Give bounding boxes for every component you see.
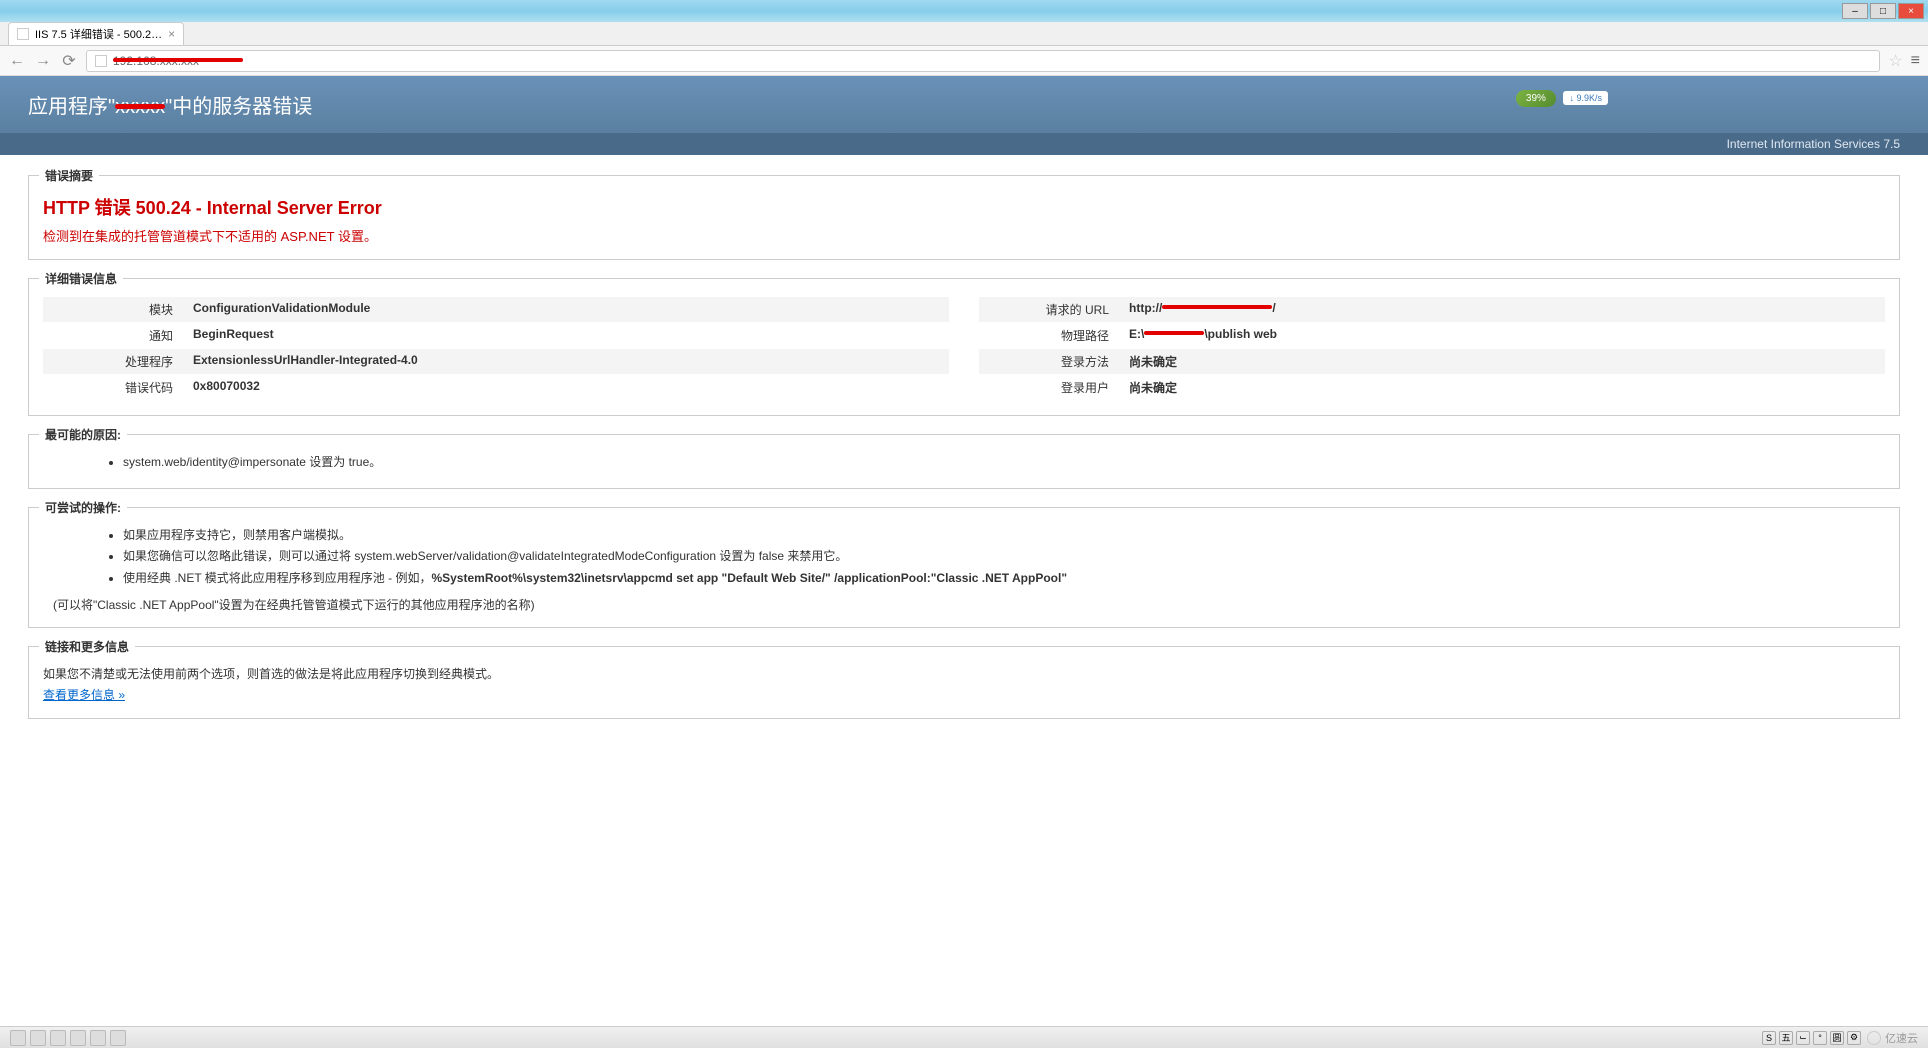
taskbar: S 五 ⌙ ° 圆 ⚙ 亿速云: [0, 1026, 1928, 1048]
tray-icon[interactable]: [30, 1030, 46, 1046]
url-text: 192.168.xxx.xxx: [113, 54, 199, 68]
list-item: system.web/identity@impersonate 设置为 true…: [123, 453, 1885, 472]
tray-icon[interactable]: [90, 1030, 106, 1046]
url-icon: [95, 55, 107, 67]
watermark: 亿速云: [1867, 1030, 1918, 1046]
tray-icon[interactable]: [50, 1030, 66, 1046]
cmd-text: %SystemRoot%\system32\inetsrv\appcmd set…: [431, 571, 1067, 585]
maximize-button[interactable]: □: [1870, 3, 1896, 19]
menu-icon[interactable]: ≡: [1911, 52, 1920, 70]
tab-close-icon[interactable]: ×: [168, 27, 175, 41]
info-label: 处理程序: [43, 349, 183, 374]
info-grid: 模块 ConfigurationValidationModule 通知 Begi…: [43, 297, 1885, 401]
detail-box: 详细错误信息 模块 ConfigurationValidationModule …: [28, 278, 1900, 416]
info-row: 通知 BeginRequest: [43, 323, 949, 348]
info-value: 0x80070032: [183, 375, 949, 400]
info-label: 错误代码: [43, 375, 183, 400]
info-value: 尚未确定: [1119, 375, 1885, 400]
info-label: 物理路径: [979, 323, 1119, 348]
ime-item[interactable]: ⌙: [1796, 1031, 1810, 1045]
redacted-path-value: [1144, 328, 1204, 338]
ime-item[interactable]: 五: [1779, 1031, 1793, 1045]
tab-bar: IIS 7.5 详细错误 - 500.2… ×: [0, 22, 1928, 46]
info-col-left: 模块 ConfigurationValidationModule 通知 Begi…: [43, 297, 949, 401]
header-suffix: "中的服务器错误: [165, 96, 312, 118]
causes-legend: 最可能的原因:: [39, 426, 127, 443]
tray-icon[interactable]: [10, 1030, 26, 1046]
info-value: E:\\publish web: [1119, 323, 1885, 348]
info-row: 登录方法 尚未确定: [979, 349, 1885, 374]
actions-note: (可以将"Classic .NET AppPool"设置为在经典托管管道模式下运…: [43, 596, 1885, 613]
info-row: 处理程序 ExtensionlessUrlHandler-Integrated-…: [43, 349, 949, 374]
info-label: 登录方法: [979, 349, 1119, 374]
actions-legend: 可尝试的操作:: [39, 499, 127, 516]
info-row: 错误代码 0x80070032: [43, 375, 949, 400]
header-prefix: 应用程序": [28, 96, 115, 118]
ime-item[interactable]: S: [1762, 1031, 1776, 1045]
info-label: 登录用户: [979, 375, 1119, 400]
more-info-link[interactable]: 查看更多信息 »: [43, 688, 125, 702]
info-label: 模块: [43, 297, 183, 322]
minimize-button[interactable]: –: [1842, 3, 1868, 19]
tab-title: IIS 7.5 详细错误 - 500.2…: [35, 26, 162, 42]
redacted-url-value: [1162, 302, 1272, 312]
window-titlebar: – □ ×: [0, 0, 1928, 22]
window-controls: – □ ×: [1842, 3, 1924, 19]
info-value: 尚未确定: [1119, 349, 1885, 374]
nav-right: ☆ ≡: [1888, 51, 1920, 71]
watermark-icon: [1867, 1031, 1881, 1045]
causes-list: system.web/identity@impersonate 设置为 true…: [43, 453, 1885, 472]
speed-percent: 39%: [1516, 90, 1556, 107]
page-icon: [17, 28, 29, 40]
header-redacted: xxxxx: [115, 96, 165, 119]
actions-list: 如果应用程序支持它，则禁用客户端模拟。 如果您确信可以忽略此错误，则可以通过将 …: [43, 526, 1885, 588]
ime-item[interactable]: ⚙: [1847, 1031, 1861, 1045]
list-item: 如果您确信可以忽略此错误，则可以通过将 system.webServer/val…: [123, 547, 1885, 566]
info-label: 请求的 URL: [979, 297, 1119, 322]
speed-rate: ↓ 9.9K/s: [1563, 91, 1608, 105]
info-value: BeginRequest: [183, 323, 949, 348]
info-value: ExtensionlessUrlHandler-Integrated-4.0: [183, 349, 949, 374]
browser-tab[interactable]: IIS 7.5 详细错误 - 500.2… ×: [8, 22, 184, 45]
speed-widget: 39% ↓ 9.9K/s: [1516, 84, 1608, 107]
info-col-right: 请求的 URL http:/// 物理路径 E:\\publish web 登录…: [979, 297, 1885, 401]
info-row: 登录用户 尚未确定: [979, 375, 1885, 400]
info-label: 通知: [43, 323, 183, 348]
info-value: http:///: [1119, 297, 1885, 322]
info-value: ConfigurationValidationModule: [183, 297, 949, 322]
ime-item[interactable]: 圆: [1830, 1031, 1844, 1045]
back-button[interactable]: ←: [8, 52, 26, 70]
tray-icon[interactable]: [70, 1030, 86, 1046]
error-desc: 检测到在集成的托管管道模式下不适用的 ASP.NET 设置。: [43, 226, 1885, 245]
links-text: 如果您不清楚或无法使用前两个选项，则首选的做法是将此应用程序切换到经典模式。: [43, 665, 1885, 682]
page-header: 应用程序"xxxxx"中的服务器错误 39% ↓ 9.9K/s: [0, 76, 1928, 133]
tray-left: [10, 1030, 126, 1046]
info-row: 模块 ConfigurationValidationModule: [43, 297, 949, 322]
links-box: 链接和更多信息 如果您不清楚或无法使用前两个选项，则首选的做法是将此应用程序切换…: [28, 646, 1900, 719]
actions-box: 可尝试的操作: 如果应用程序支持它，则禁用客户端模拟。 如果您确信可以忽略此错误…: [28, 507, 1900, 628]
error-summary-box: 错误摘要 HTTP 错误 500.24 - Internal Server Er…: [28, 175, 1900, 260]
nav-bar: ← → ⟳ 192.168.xxx.xxx ☆ ≡: [0, 46, 1928, 76]
ime-item[interactable]: °: [1813, 1031, 1827, 1045]
causes-box: 最可能的原因: system.web/identity@impersonate …: [28, 434, 1900, 489]
error-summary-legend: 错误摘要: [39, 167, 99, 184]
error-title: HTTP 错误 500.24 - Internal Server Error: [43, 194, 1885, 220]
close-button[interactable]: ×: [1898, 3, 1924, 19]
bookmark-icon[interactable]: ☆: [1888, 51, 1902, 71]
list-item: 如果应用程序支持它，则禁用客户端模拟。: [123, 526, 1885, 545]
list-item: 使用经典 .NET 模式将此应用程序移到应用程序池 - 例如，%SystemRo…: [123, 569, 1885, 588]
sub-header: Internet Information Services 7.5: [0, 133, 1928, 155]
forward-button[interactable]: →: [34, 52, 52, 70]
content: 错误摘要 HTTP 错误 500.24 - Internal Server Er…: [0, 155, 1928, 757]
ime-bar: S 五 ⌙ ° 圆 ⚙: [1762, 1031, 1861, 1045]
info-row: 物理路径 E:\\publish web: [979, 323, 1885, 348]
detail-legend: 详细错误信息: [39, 270, 123, 287]
address-bar[interactable]: 192.168.xxx.xxx: [86, 50, 1880, 72]
tray-right: S 五 ⌙ ° 圆 ⚙ 亿速云: [1762, 1030, 1918, 1046]
tray-icon[interactable]: [110, 1030, 126, 1046]
info-row: 请求的 URL http:///: [979, 297, 1885, 322]
links-legend: 链接和更多信息: [39, 638, 135, 655]
reload-button[interactable]: ⟳: [60, 52, 78, 70]
